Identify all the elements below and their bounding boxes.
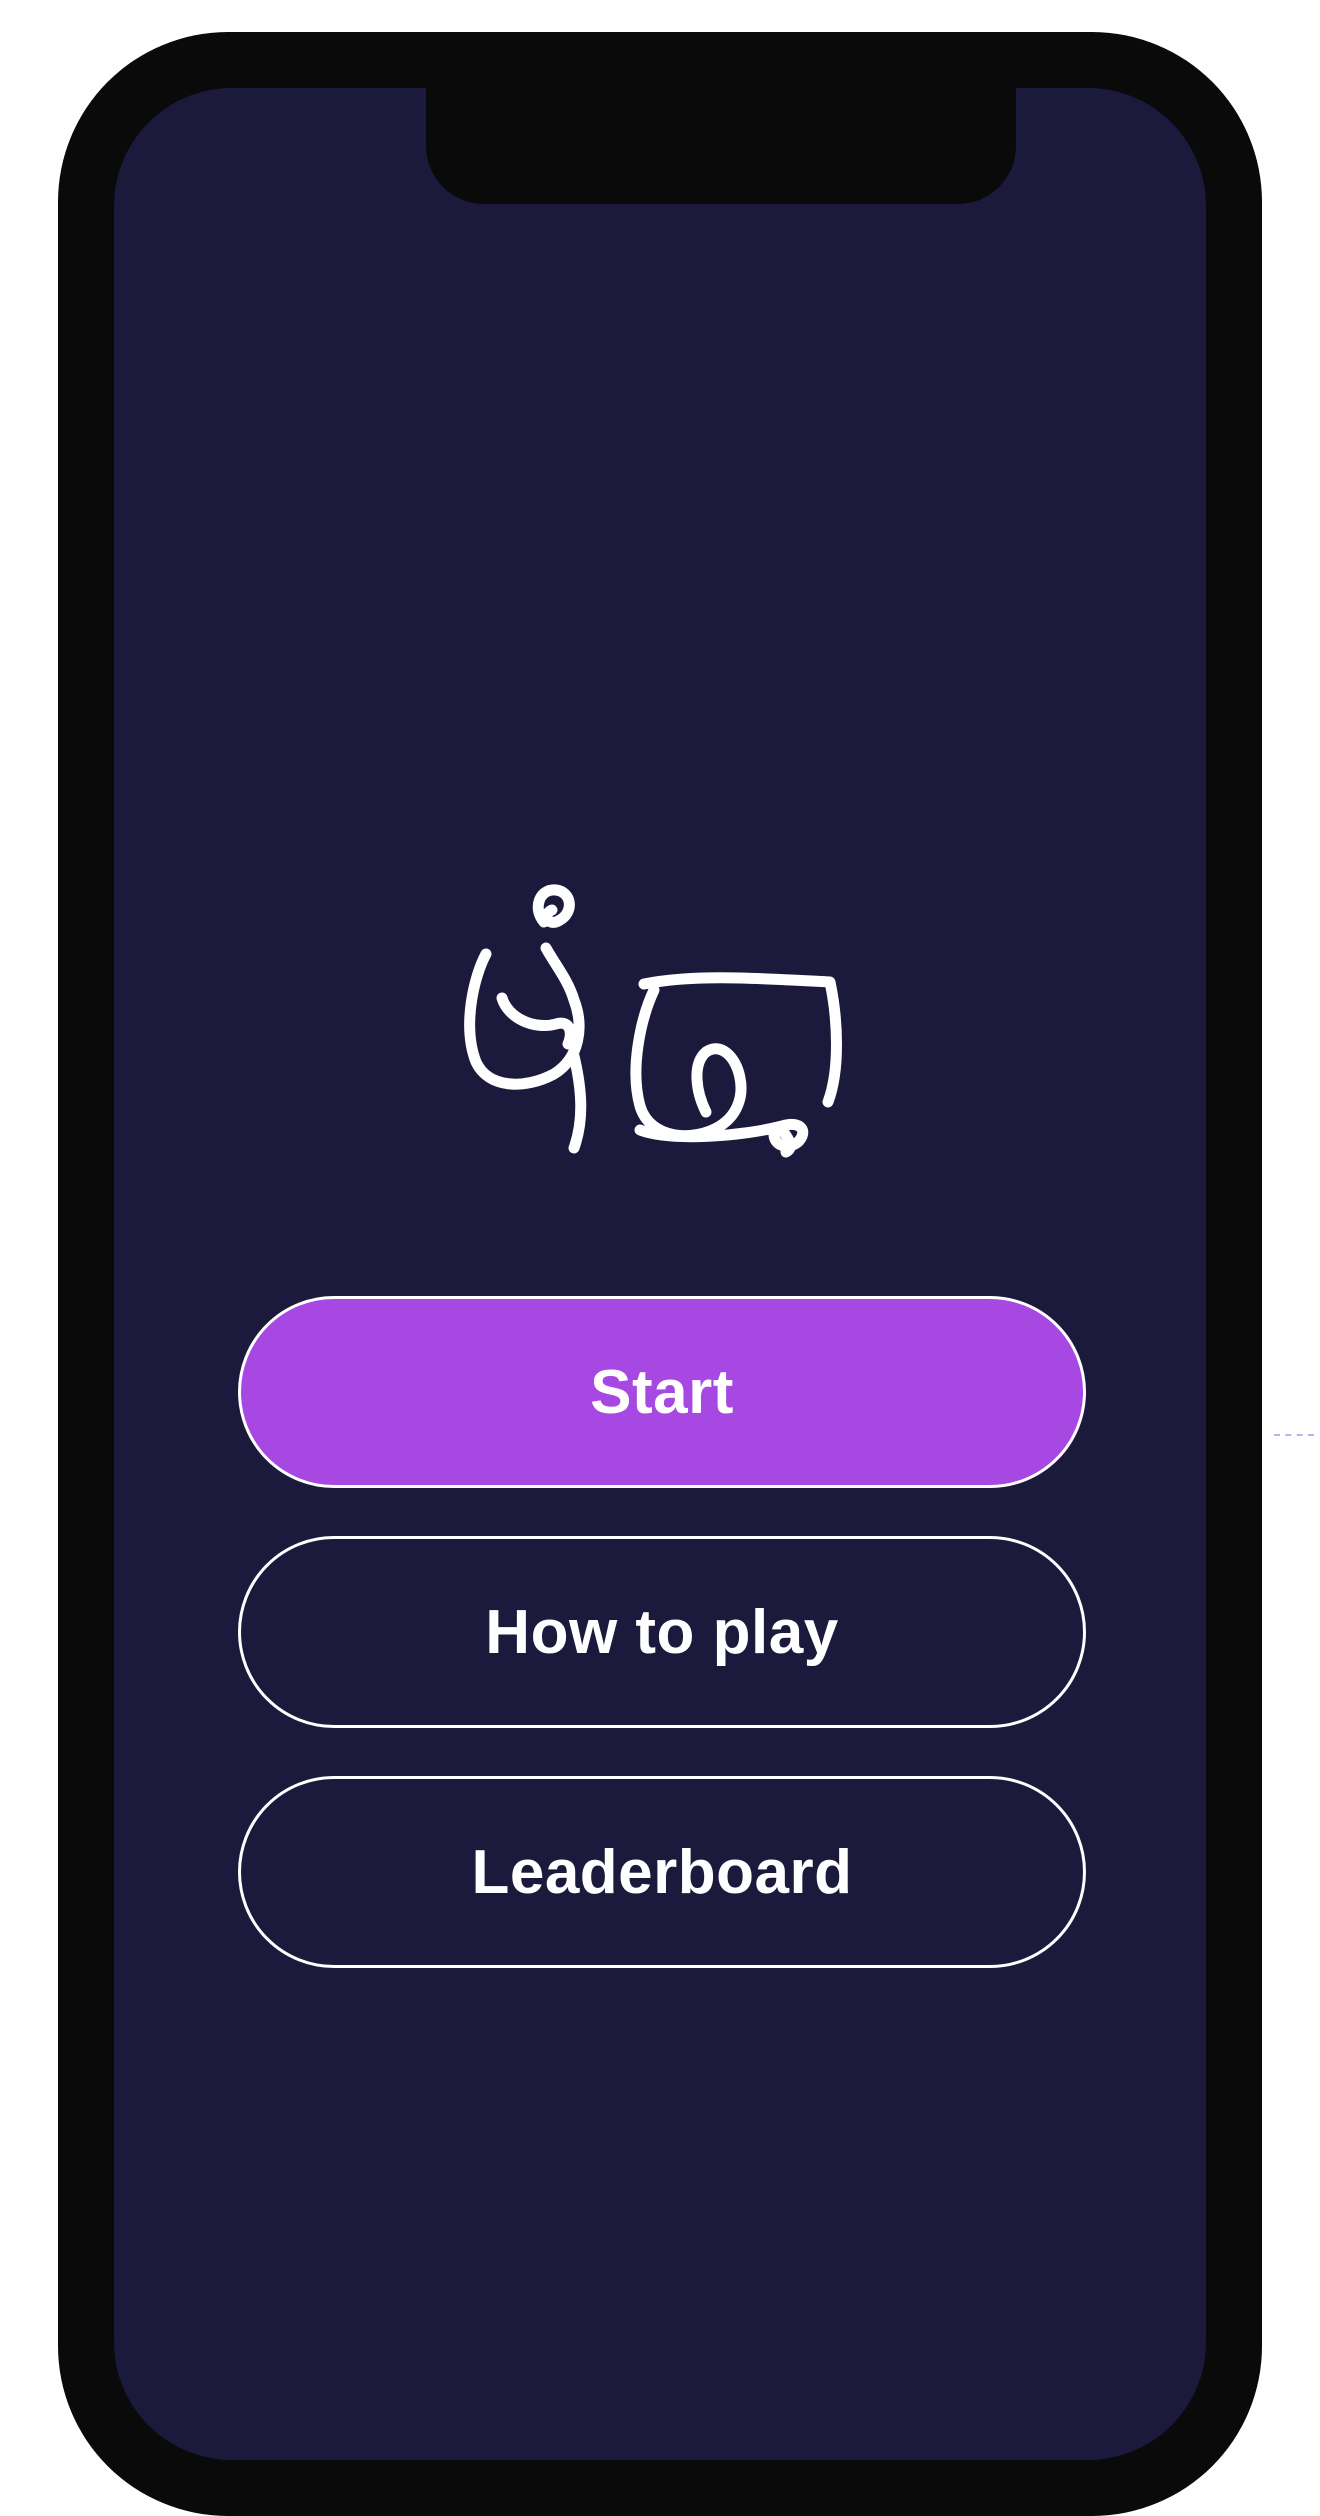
- start-button[interactable]: Start: [238, 1296, 1086, 1488]
- leaderboard-button[interactable]: Leaderboard: [238, 1776, 1086, 1968]
- app-screen: Start How to play Leaderboard: [114, 88, 1206, 2460]
- guide-line-mark: [1274, 1434, 1314, 1436]
- app-logo: [444, 830, 874, 1170]
- how-to-play-button-label: How to play: [485, 1597, 839, 1667]
- khmer-script-logo-icon: [464, 884, 842, 1158]
- leaderboard-button-label: Leaderboard: [471, 1837, 853, 1907]
- phone-frame: Start How to play Leaderboard: [58, 32, 1262, 2516]
- phone-notch: [426, 88, 1016, 204]
- start-button-label: Start: [590, 1357, 734, 1427]
- how-to-play-button[interactable]: How to play: [238, 1536, 1086, 1728]
